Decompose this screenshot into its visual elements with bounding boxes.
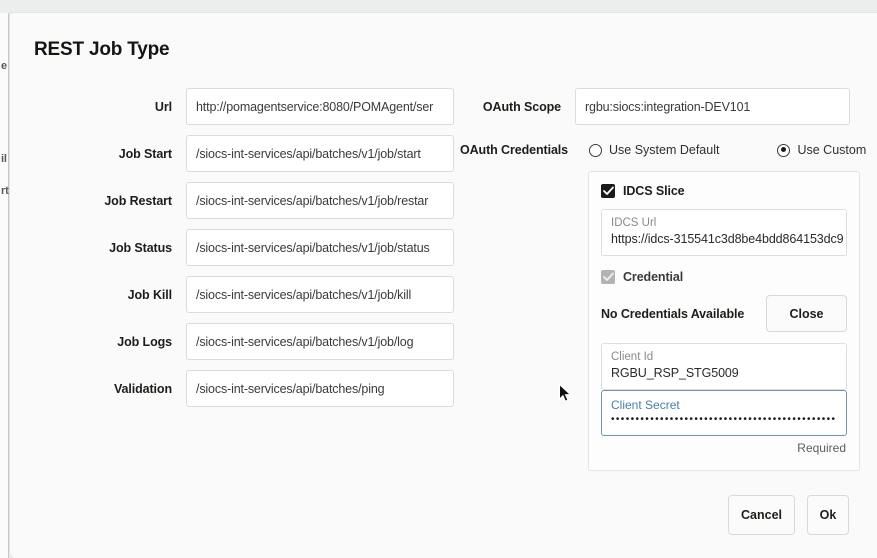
idcs-url-label: IDCS Url [611, 217, 657, 229]
field-label-validation: Validation [113, 381, 172, 396]
field-row-oauth-credentials: OAuth Credentials Use System Default Use… [460, 130, 866, 170]
rest-job-type-dialog: REST Job Type Url http://pomagentservice… [10, 13, 877, 558]
left-form-column: Url http://pomagentservice:8080/POMAgent… [34, 83, 454, 412]
background-text-fragment-1: e [1, 60, 7, 72]
oauth-scope-input[interactable]: rgbu:siocs:integration-DEV101 [575, 88, 850, 125]
client-id-input[interactable]: Client Id RGBU_RSP_STG5009 [601, 343, 847, 390]
field-row-job-restart: Job Restart /siocs-int-services/api/batc… [34, 177, 454, 224]
job-kill-input[interactable]: /siocs-int-services/api/batches/v1/job/k… [186, 276, 454, 313]
client-id-value: RGBU_RSP_STG5009 [611, 366, 739, 380]
background-text-fragment-2: il [1, 153, 7, 165]
field-label-job-kill: Job Kill [127, 287, 172, 302]
close-button[interactable]: Close [766, 295, 847, 332]
field-label-oauth-credentials: OAuth Credentials [460, 143, 569, 157]
client-secret-input[interactable]: Client Secret ••••••••••••••••••••••••••… [601, 390, 847, 436]
client-secret-label: Client Secret [611, 398, 680, 412]
client-secret-helper-text: Required [797, 441, 846, 455]
credential-label: Credential [623, 270, 684, 284]
radio-label-use-system-default: Use System Default [609, 143, 720, 157]
field-row-job-start: Job Start /siocs-int-services/api/batche… [34, 130, 454, 177]
client-id-label: Client Id [611, 351, 654, 363]
idcs-slice-checkbox-row[interactable]: IDCS Slice [601, 184, 847, 198]
radio-use-custom[interactable]: Use Custom [777, 143, 866, 157]
job-status-input[interactable]: /siocs-int-services/api/batches/v1/job/s… [186, 229, 454, 266]
job-restart-input[interactable]: /siocs-int-services/api/batches/v1/job/r… [186, 182, 454, 219]
idcs-slice-label: IDCS Slice [623, 184, 685, 198]
job-logs-input[interactable]: /siocs-int-services/api/batches/v1/job/l… [186, 323, 454, 360]
field-row-job-kill: Job Kill /siocs-int-services/api/batches… [34, 271, 454, 318]
url-input[interactable]: http://pomagentservice:8080/POMAgent/ser [186, 88, 454, 125]
radio-checked-icon [777, 143, 791, 157]
radio-unchecked-icon [589, 143, 602, 157]
background-text-fragment-3: rt [1, 185, 9, 197]
page-title: REST Job Type [34, 39, 170, 60]
field-label-oauth-scope: OAuth Scope [482, 99, 561, 114]
dialog-footer: Cancel Ok [728, 495, 849, 535]
backdrop-top-strip [0, 0, 877, 13]
field-row-job-logs: Job Logs /siocs-int-services/api/batches… [34, 318, 454, 365]
ok-button[interactable]: Ok [807, 495, 849, 535]
oauth-credentials-radio-group: Use System Default Use Custom [575, 143, 866, 157]
credential-checkbox-row[interactable]: Credential [601, 270, 847, 284]
right-form-column: OAuth Scope rgbu:siocs:integration-DEV10… [460, 83, 866, 471]
cancel-button[interactable]: Cancel [728, 495, 795, 535]
field-row-url: Url http://pomagentservice:8080/POMAgent… [34, 83, 454, 130]
job-start-input[interactable]: /siocs-int-services/api/batches/v1/job/s… [186, 135, 454, 172]
checkbox-checked-icon [601, 184, 615, 198]
no-credentials-row: No Credentials Available Close [601, 295, 847, 332]
backdrop-left-column: e il rt [0, 13, 9, 558]
field-row-oauth-scope: OAuth Scope rgbu:siocs:integration-DEV10… [460, 83, 860, 130]
field-row-validation: Validation /siocs-int-services/api/batch… [34, 365, 454, 412]
mouse-cursor-icon [559, 383, 573, 404]
field-row-job-status: Job Status /siocs-int-services/api/batch… [34, 224, 454, 271]
credentials-panel: IDCS Slice IDCS Url https://idcs-315541c… [588, 171, 860, 471]
idcs-url-input[interactable]: IDCS Url https://idcs-315541c3d8be4bdd86… [601, 209, 847, 256]
checkbox-checked-disabled-icon [601, 270, 615, 284]
field-label-job-status: Job Status [109, 240, 172, 255]
field-label-job-start: Job Start [118, 146, 172, 161]
radio-use-system-default[interactable]: Use System Default [589, 143, 719, 157]
field-label-job-logs: Job Logs [117, 334, 172, 349]
field-label-job-restart: Job Restart [104, 193, 172, 208]
idcs-url-value: https://idcs-315541c3d8be4bdd864153dc9 [611, 232, 844, 246]
no-credentials-text: No Credentials Available [601, 306, 745, 321]
client-secret-value: ••••••••••••••••••••••••••••••••••••••••… [611, 414, 837, 425]
radio-label-use-custom: Use Custom [797, 143, 867, 157]
field-label-url: Url [154, 99, 172, 114]
validation-input[interactable]: /siocs-int-services/api/batches/ping [186, 370, 454, 407]
